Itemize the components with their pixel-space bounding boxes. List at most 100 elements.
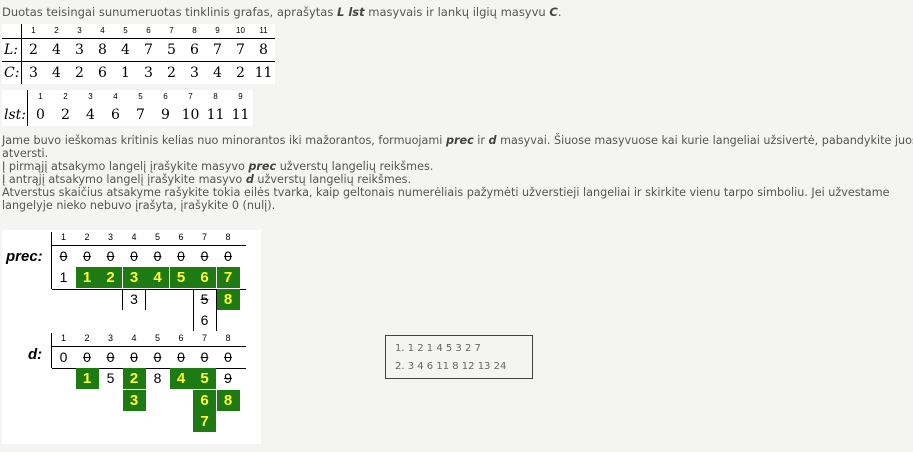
- d-cell: 0: [200, 349, 209, 365]
- prec-cell: 0: [153, 248, 162, 264]
- d-cell: 0: [130, 349, 138, 365]
- d-cell: 0: [177, 349, 185, 365]
- lst-cell: 0: [36, 107, 45, 123]
- prec-cell: 0: [59, 248, 68, 264]
- lst-cell: 9: [161, 107, 170, 123]
- c-cell: 2: [167, 65, 176, 81]
- lc-table: 1 2 3 4 5 6 7 8 9 10 11 L: 2 4 3 8 4 7 5 6 7 7 8 C: 3 4 2 6 1 3 2 3 4 2 11: [2, 24, 275, 84]
- prec-cell: 4: [146, 267, 169, 288]
- lst-cell: 11: [206, 107, 225, 123]
- lst-cell: 11: [231, 107, 250, 123]
- array-names: L lst: [337, 5, 365, 19]
- instruction-line-5: Atverstus skaičius atsakyme rašykite tok…: [2, 186, 890, 199]
- lc-index: 10: [236, 26, 245, 35]
- prec-cell: 5: [169, 267, 193, 288]
- d-cell: 4: [169, 368, 193, 389]
- lc-index: 8: [192, 26, 197, 35]
- l-label: L:: [2, 39, 22, 61]
- d-cell: 2: [122, 368, 146, 389]
- prec-cell: 0: [177, 248, 185, 264]
- l-cell: 8: [98, 42, 107, 58]
- c-cell: 2: [75, 65, 84, 81]
- prec-cell: 1: [75, 267, 99, 288]
- lc-index: 5: [123, 26, 128, 35]
- d-index: 6: [178, 333, 184, 343]
- l-cell: 7: [213, 42, 222, 58]
- prec-d-panel: prec: d: 1234567800000000112345673586123…: [2, 230, 261, 444]
- c-cell: 3: [29, 65, 38, 81]
- lc-index: 4: [100, 26, 105, 35]
- prec-cell: 1: [59, 269, 68, 285]
- prec-index: 7: [201, 232, 207, 242]
- d-cell: 1: [75, 368, 99, 389]
- c-cell: 4: [52, 65, 61, 81]
- d-cell: 7: [193, 411, 216, 432]
- lst-index: 4: [113, 92, 118, 101]
- line: [193, 289, 194, 331]
- lst-cell: 10: [181, 107, 200, 123]
- d-cell: 0: [153, 349, 162, 365]
- d-label: d:: [28, 346, 43, 363]
- lst-corner: [2, 90, 28, 104]
- array-c-name: C: [549, 5, 558, 19]
- c-cell: 3: [190, 65, 199, 81]
- lc-index: 6: [146, 26, 151, 35]
- lst-index: 8: [213, 92, 218, 101]
- prec-cell: 7: [216, 267, 240, 288]
- d-cell: 3: [122, 390, 146, 411]
- d-cell: 6: [193, 390, 216, 411]
- lc-index: 7: [169, 26, 174, 35]
- lst-label: lst:: [2, 104, 28, 126]
- lc-index: 11: [259, 26, 268, 35]
- l-cell: 4: [121, 42, 130, 58]
- lc-index: 1: [31, 26, 36, 35]
- instruction-line-1: Jame buvo ieškomas kritinis kelias nuo m…: [2, 134, 913, 147]
- lst-index: 9: [238, 92, 243, 101]
- prec-cell: 3: [122, 267, 146, 288]
- c-cell: 11: [254, 65, 273, 81]
- l-cell: 6: [190, 42, 199, 58]
- d-cell: 8: [216, 390, 240, 411]
- d-cell: 5: [106, 370, 115, 386]
- prec-cell: 8: [216, 289, 240, 310]
- answer-2[interactable]: 2. 3 4 6 11 8 12 13 24: [395, 361, 506, 372]
- lc-index: 9: [215, 26, 220, 35]
- prec-cell: 0: [106, 248, 115, 264]
- line: [216, 289, 217, 331]
- c-cell: 4: [213, 65, 222, 81]
- lst-index: 1: [38, 92, 43, 101]
- prec-cell: 5: [200, 291, 209, 307]
- answer-box[interactable]: 1. 1 2 1 4 5 3 2 7 2. 3 4 6 11 8 12 13 2…: [385, 335, 533, 379]
- prec-index: 8: [225, 232, 231, 242]
- prec-cell: 3: [130, 291, 138, 307]
- d-index: 1: [60, 333, 66, 343]
- problem-intro: Duotas teisingai sunumeruotas tinklinis …: [2, 5, 562, 19]
- d-cell: 9: [224, 370, 232, 386]
- prec-index: 1: [60, 232, 66, 242]
- prec-cell: 6: [200, 312, 209, 328]
- prec-cell: 6: [193, 267, 216, 288]
- l-cell: 8: [259, 42, 268, 58]
- d-cell: 0: [83, 349, 91, 365]
- d-index: 2: [84, 333, 90, 343]
- lc-index: 2: [54, 26, 59, 35]
- prec-cell: 0: [224, 248, 232, 264]
- l-cell: 4: [52, 42, 61, 58]
- lst-index: 6: [163, 92, 168, 101]
- l-cell: 7: [236, 42, 245, 58]
- prec-cell: 0: [130, 248, 138, 264]
- lst-cell: 6: [111, 107, 120, 123]
- lst-cell: 2: [61, 107, 70, 123]
- prec-index: 4: [131, 232, 137, 242]
- answer-1[interactable]: 1. 1 2 1 4 5 3 2 7: [395, 343, 481, 354]
- d-index: 7: [201, 333, 207, 343]
- d-cell: 0: [224, 349, 232, 365]
- lst-index: 5: [138, 92, 143, 101]
- d-cell: 5: [193, 368, 216, 389]
- lc-corner: [2, 24, 22, 38]
- d-cell: 8: [153, 370, 162, 386]
- instruction-line-3: Į pirmąjį atsakymo langelį įrašykite mas…: [2, 160, 434, 173]
- c-cell: 1: [121, 65, 130, 81]
- lc-index: 3: [77, 26, 82, 35]
- prec-label: prec:: [6, 248, 43, 265]
